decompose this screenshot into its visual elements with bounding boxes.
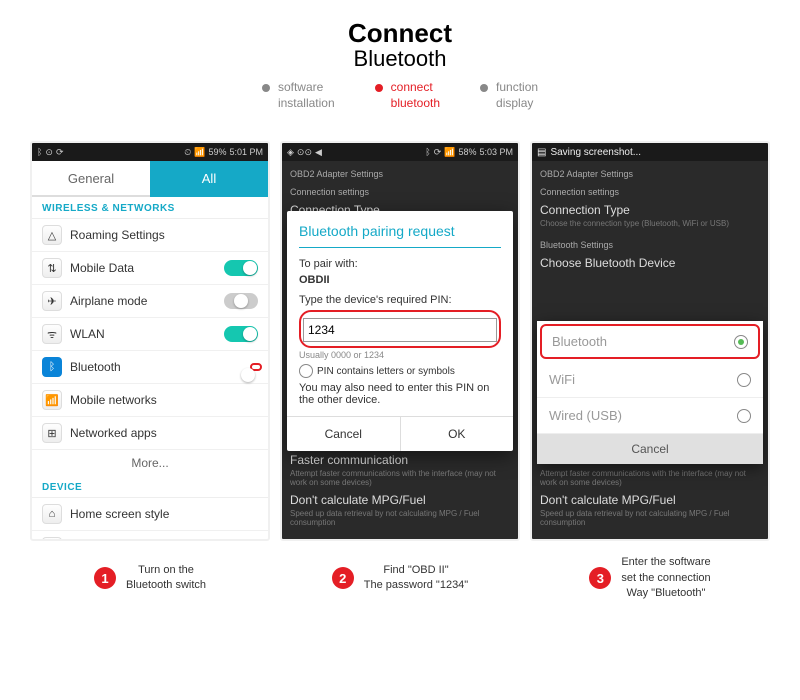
pairing-dialog: Bluetooth pairing request To pair with: … — [287, 211, 513, 451]
status-bar: ᛒ⊙⟳ ⏲📶59%5:01 PM — [32, 143, 268, 161]
apps-icon: ⊞ — [42, 423, 62, 443]
option-wired[interactable]: Wired (USB) — [537, 398, 763, 434]
row-networked-apps[interactable]: ⊞Networked apps — [32, 417, 268, 450]
subtitle: Bluetooth — [30, 48, 770, 70]
step-number-icon: 2 — [332, 567, 354, 589]
ok-button[interactable]: OK — [401, 417, 514, 451]
step-software: softwareinstallation — [262, 80, 335, 111]
title: Connect — [30, 20, 770, 46]
progress-steps: softwareinstallation connectbluetooth fu… — [30, 80, 770, 111]
option-wifi[interactable]: WiFi — [537, 362, 763, 398]
dot-icon — [375, 84, 383, 92]
caption-1: 1 Turn on theBluetooth switch — [30, 555, 270, 601]
radio-icon — [734, 335, 748, 349]
screenshot-pairing: ◈⊙⊙◀ ᛒ⟳📶58%5:03 PM OBD2 Adapter Settings… — [280, 141, 520, 541]
row-wlan[interactable]: ᯤWLAN — [32, 318, 268, 351]
row-more[interactable]: More... — [32, 450, 268, 476]
wifi-icon: ᯤ — [42, 324, 62, 344]
row-roaming[interactable]: △Roaming Settings — [32, 219, 268, 252]
section-wireless: WIRELESS & NETWORKS — [32, 197, 268, 219]
page-header: Connect Bluetooth — [30, 20, 770, 70]
toggle-wlan[interactable] — [224, 326, 258, 342]
highlight-icon — [250, 363, 262, 371]
bluetooth-icon: ᛒ — [42, 357, 62, 377]
step-function: functiondisplay — [480, 80, 538, 111]
dot-icon — [480, 84, 488, 92]
caption-3: 3 Enter the softwareset the connectionWa… — [530, 555, 770, 601]
cancel-button[interactable]: Cancel — [287, 417, 401, 451]
image-icon: ▤ — [537, 147, 546, 158]
step-connect: connectbluetooth — [375, 80, 440, 111]
mobile-data-icon: ⇅ — [42, 258, 62, 278]
radio-icon — [737, 409, 751, 423]
screenshot-settings: ᛒ⊙⟳ ⏲📶59%5:01 PM General All WIRELESS & … — [30, 141, 270, 541]
airplane-icon: ✈ — [42, 291, 62, 311]
highlight-icon — [299, 310, 501, 348]
dialog-title: Bluetooth pairing request — [299, 223, 501, 248]
status-bar: ▤Saving screenshot... — [532, 143, 768, 161]
cancel-button[interactable]: Cancel — [537, 434, 763, 464]
caption-2: 2 Find "OBD II"The password "1234" — [280, 555, 520, 601]
status-bar: ◈⊙⊙◀ ᛒ⟳📶58%5:03 PM — [282, 143, 518, 161]
row-sound[interactable]: 🔊Sound — [32, 531, 268, 541]
sound-icon: 🔊 — [42, 537, 62, 541]
tab-all[interactable]: All — [150, 161, 268, 197]
row-bluetooth[interactable]: ᛒBluetooth — [32, 351, 268, 384]
screen-title: OBD2 Adapter Settings — [540, 165, 760, 183]
connection-type-popup: Bluetooth WiFi Wired (USB) Cancel — [537, 321, 763, 464]
step-number-icon: 1 — [94, 567, 116, 589]
screen-title: OBD2 Adapter Settings — [290, 165, 510, 183]
networks-icon: 📶 — [42, 390, 62, 410]
radio-icon — [737, 373, 751, 387]
home-icon: ⌂ — [42, 504, 62, 524]
row-mobile-data[interactable]: ⇅Mobile Data — [32, 252, 268, 285]
radio-icon — [299, 364, 313, 378]
tab-general[interactable]: General — [32, 161, 150, 197]
pin-input[interactable] — [303, 318, 497, 342]
toggle-airplane[interactable] — [224, 293, 258, 309]
section-device: DEVICE — [32, 476, 268, 498]
bluetooth-icon: ᛒ — [37, 147, 42, 157]
screenshot-choose-connection: ▤Saving screenshot... OBD2 Adapter Setti… — [530, 141, 770, 541]
dot-icon — [262, 84, 270, 92]
row-airplane[interactable]: ✈Airplane mode — [32, 285, 268, 318]
toggle-mobile-data[interactable] — [224, 260, 258, 276]
pin-letters-checkbox[interactable]: PIN contains letters or symbols — [299, 364, 501, 378]
row-mobile-networks[interactable]: 📶Mobile networks — [32, 384, 268, 417]
step-number-icon: 3 — [589, 567, 611, 589]
roaming-icon: △ — [42, 225, 62, 245]
option-bluetooth[interactable]: Bluetooth — [540, 324, 760, 359]
row-home[interactable]: ⌂Home screen style — [32, 498, 268, 531]
